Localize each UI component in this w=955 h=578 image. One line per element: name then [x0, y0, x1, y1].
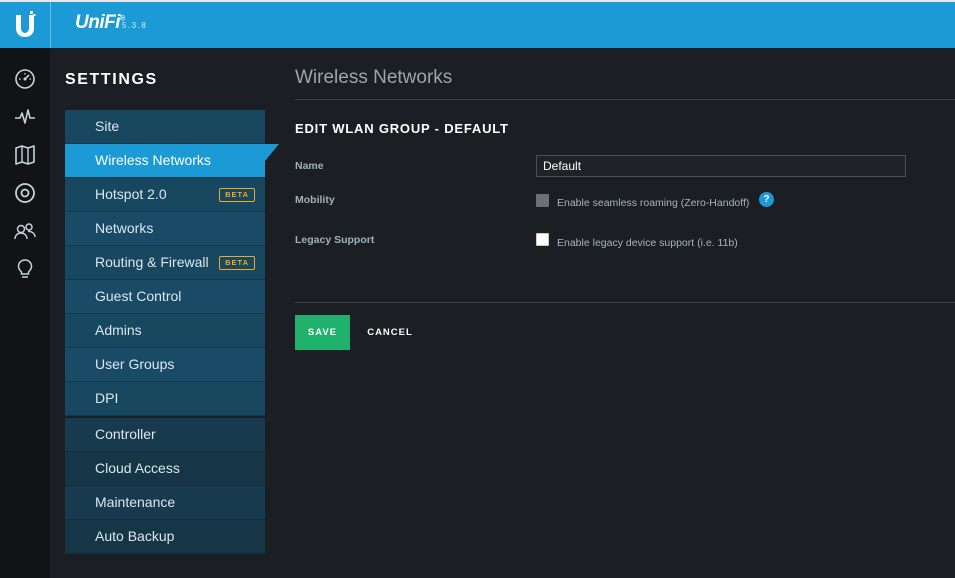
settings-panel: SETTINGS Site Wireless Networks Hotspot … [50, 48, 279, 578]
page-title: Wireless Networks [295, 67, 453, 88]
map-icon[interactable] [14, 144, 36, 166]
seamless-roaming-label: Enable seamless roaming (Zero-Handoff) [557, 197, 750, 209]
statistics-icon[interactable] [14, 106, 36, 128]
settings-item-label: Auto Backup [95, 528, 175, 544]
devices-icon[interactable] [14, 182, 36, 204]
save-button[interactable]: SAVE [295, 315, 350, 350]
name-label: Name [295, 160, 324, 172]
logo-separator [50, 2, 51, 48]
icon-sidebar [0, 48, 50, 578]
settings-item-networks[interactable]: Networks [65, 212, 265, 246]
settings-menu-system: Controller Cloud Access Maintenance Auto… [65, 418, 265, 554]
beta-badge: BETA [219, 188, 255, 202]
settings-item-wireless-networks[interactable]: Wireless Networks [65, 144, 265, 178]
main-content: Wireless Networks EDIT WLAN GROUP - DEFA… [278, 48, 955, 578]
version-label: 5.3.8 [122, 21, 148, 30]
top-bar: UniFi® 5.3.8 [0, 2, 955, 48]
ubiquiti-logo-icon[interactable] [13, 11, 37, 39]
settings-item-label: DPI [95, 390, 119, 406]
legacy-support-label: Legacy Support [295, 234, 375, 246]
insights-icon[interactable] [14, 258, 36, 280]
settings-item-label: Networks [95, 220, 154, 236]
cancel-button[interactable]: CANCEL [360, 315, 420, 350]
form-divider [295, 302, 955, 303]
settings-item-label: Maintenance [95, 494, 176, 510]
settings-item-label: Routing & Firewall [95, 254, 209, 270]
settings-item-cloud-access[interactable]: Cloud Access [65, 452, 265, 486]
settings-item-label: Cloud Access [95, 460, 180, 476]
settings-item-auto-backup[interactable]: Auto Backup [65, 520, 265, 554]
settings-menu: Site Wireless Networks Hotspot 2.0 BETA N… [65, 110, 265, 416]
settings-item-user-groups[interactable]: User Groups [65, 348, 265, 382]
settings-item-label: User Groups [95, 356, 175, 372]
settings-item-controller[interactable]: Controller [65, 418, 265, 452]
active-item-arrow [265, 144, 279, 161]
settings-item-dpi[interactable]: DPI [65, 382, 265, 416]
name-input[interactable] [536, 155, 906, 177]
title-divider [295, 99, 955, 100]
section-title: EDIT WLAN GROUP - DEFAULT [295, 121, 509, 136]
settings-title: SETTINGS [65, 71, 158, 88]
settings-item-label: Controller [95, 426, 156, 442]
settings-item-admins[interactable]: Admins [65, 314, 265, 348]
legacy-support-checkbox[interactable] [536, 233, 549, 246]
settings-item-hotspot[interactable]: Hotspot 2.0 BETA [65, 178, 265, 212]
legacy-support-option-label: Enable legacy device support (i.e. 11b) [557, 237, 738, 249]
mobility-label: Mobility [295, 194, 335, 206]
beta-badge: BETA [219, 256, 255, 270]
help-icon[interactable]: ? [759, 192, 774, 207]
settings-item-label: Guest Control [95, 288, 182, 304]
brand-name: UniFi® [75, 12, 125, 33]
settings-item-label: Admins [95, 322, 142, 338]
clients-icon[interactable] [14, 220, 36, 242]
seamless-roaming-checkbox[interactable] [536, 194, 549, 207]
settings-item-routing-firewall[interactable]: Routing & Firewall BETA [65, 246, 265, 280]
dashboard-icon[interactable] [14, 68, 36, 90]
settings-item-label: Wireless Networks [95, 152, 211, 168]
settings-item-site[interactable]: Site [65, 110, 265, 144]
settings-item-maintenance[interactable]: Maintenance [65, 486, 265, 520]
settings-item-guest-control[interactable]: Guest Control [65, 280, 265, 314]
settings-item-label: Hotspot 2.0 [95, 186, 167, 202]
settings-item-label: Site [95, 118, 120, 134]
